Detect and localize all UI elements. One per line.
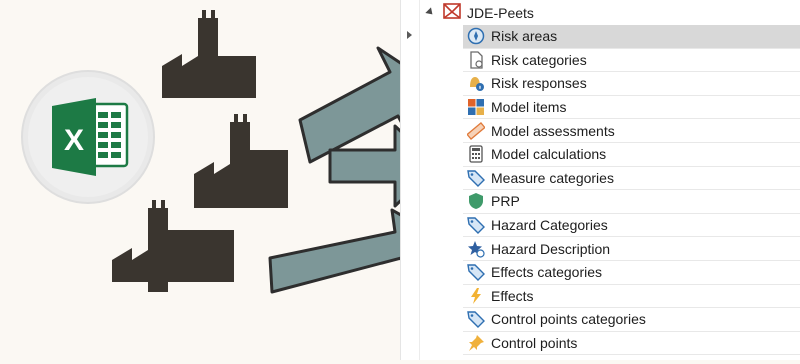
tree-item-control-points[interactable]: Control points bbox=[463, 332, 800, 356]
tree-item-effects[interactable]: Effects bbox=[463, 285, 800, 309]
tree-item-label: Hazard Categories bbox=[491, 217, 608, 234]
tree-item-label: Control points categories bbox=[491, 311, 646, 328]
tree-item-measure-categories[interactable]: Measure categories bbox=[463, 167, 800, 191]
tree-item-effects-categories[interactable]: Effects categories bbox=[463, 261, 800, 285]
tree-root[interactable]: JDE-Peets bbox=[423, 2, 534, 24]
tree-item-model-items[interactable]: Model items bbox=[463, 96, 800, 120]
tag-icon bbox=[466, 309, 486, 329]
factory-icon bbox=[162, 10, 256, 98]
tree-item-label: Effects categories bbox=[491, 264, 603, 281]
tree-item-prp[interactable]: PRP bbox=[463, 190, 800, 214]
bell-info-icon bbox=[466, 73, 486, 93]
factory-icon bbox=[194, 114, 288, 208]
lightning-icon bbox=[466, 286, 486, 306]
tree-item-label: Hazard Description bbox=[491, 240, 611, 257]
tree-item-risk-categories[interactable]: Risk categories bbox=[463, 49, 800, 73]
calculator-icon bbox=[466, 144, 486, 164]
excel-icon: X bbox=[21, 70, 155, 204]
arrow-right-icon bbox=[268, 208, 440, 294]
tree-item-label: Control points bbox=[491, 335, 578, 352]
tree-item-label: Risk categories bbox=[491, 51, 587, 68]
expand-arrow-icon[interactable] bbox=[407, 31, 412, 39]
tag-icon bbox=[466, 215, 486, 235]
illustration-canvas: X bbox=[21, 10, 440, 294]
tree-panel: JDE-Peets Risk areas Risk categories Ris… bbox=[400, 0, 800, 360]
ruler-icon bbox=[466, 121, 486, 141]
tree-item-hazard-description[interactable]: Hazard Description bbox=[463, 237, 800, 261]
tree-item-label: Risk responses bbox=[491, 75, 587, 92]
tree-item-model-calculations[interactable]: Model calculations bbox=[463, 143, 800, 167]
tree-list: Risk areas Risk categories Risk response… bbox=[463, 25, 800, 356]
compass-icon bbox=[466, 26, 486, 46]
factory-icon bbox=[112, 200, 234, 292]
tree-item-label: Effects bbox=[491, 287, 534, 304]
tree-item-label: PRP bbox=[491, 193, 520, 210]
hierarchy-icon bbox=[443, 2, 461, 24]
document-icon bbox=[466, 50, 486, 70]
tree-item-risk-responses[interactable]: Risk responses bbox=[463, 72, 800, 96]
collapse-toggle-icon[interactable] bbox=[425, 7, 436, 18]
tree-item-label: Model calculations bbox=[491, 146, 607, 163]
tree-item-control-points-categories[interactable]: Control points categories bbox=[463, 308, 800, 332]
tree-item-risk-areas[interactable]: Risk areas bbox=[463, 25, 800, 49]
star-icon bbox=[466, 239, 486, 259]
tree-item-model-assessments[interactable]: Model assessments bbox=[463, 119, 800, 143]
tree-item-label: Measure categories bbox=[491, 169, 614, 186]
tree-item-label: Model assessments bbox=[491, 122, 615, 139]
tree-item-label: Model items bbox=[491, 99, 567, 116]
tag-icon bbox=[466, 168, 486, 188]
illustration: X bbox=[0, 0, 440, 360]
tag-icon bbox=[466, 262, 486, 282]
expander-strip bbox=[401, 0, 420, 360]
tree-item-label: Risk areas bbox=[491, 28, 558, 45]
tree-item-hazard-categories[interactable]: Hazard Categories bbox=[463, 214, 800, 238]
excel-letter: X bbox=[64, 124, 84, 157]
pin-icon bbox=[466, 333, 486, 353]
tiles-icon bbox=[466, 97, 486, 117]
shield-icon bbox=[466, 191, 486, 211]
tree-root-label: JDE-Peets bbox=[467, 5, 534, 21]
arrow-right-icon bbox=[298, 46, 437, 164]
